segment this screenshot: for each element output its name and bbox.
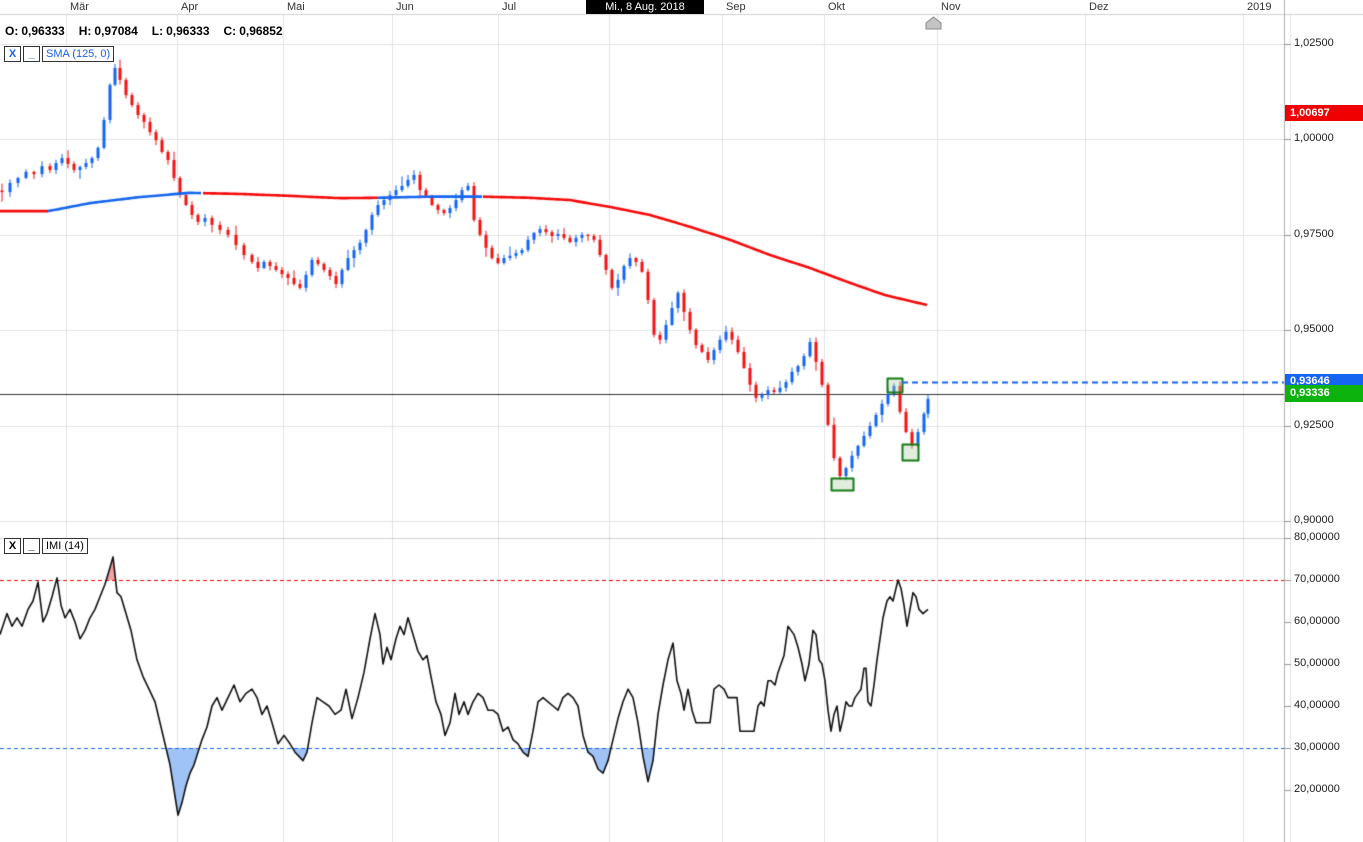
- high-value: 0,97084: [94, 24, 137, 38]
- month-label: Jun: [396, 0, 414, 14]
- oscillator-axis-label: 20,00000: [1294, 783, 1340, 795]
- chart-window: Mär Apr Mai Jun Jul Sep Okt Nov Dez 2019 Mi., 8 A…: [0, 0, 1363, 842]
- oscillator-axis-label: 70,00000: [1294, 573, 1340, 585]
- month-label: Okt: [828, 0, 845, 14]
- price-chart-canvas[interactable]: [0, 0, 1363, 842]
- price-tag: 0,93336: [1285, 385, 1363, 402]
- month-label: 2019: [1247, 0, 1271, 14]
- imi-minimize-button[interactable]: _: [23, 538, 40, 554]
- sma-legend: X _ SMA (125, 0): [4, 46, 114, 62]
- low-value: 0,96333: [166, 24, 209, 38]
- ohlc-readout: O:0,96333H:0,97084L:0,96333C:0,96852: [5, 24, 297, 38]
- month-label: Jul: [502, 0, 516, 14]
- imi-close-button[interactable]: X: [4, 538, 21, 554]
- oscillator-axis-label: 80,00000: [1294, 531, 1340, 543]
- arrow-up-icon: [926, 17, 941, 29]
- high-label: H:: [79, 24, 92, 38]
- oscillator-axis-label: 50,00000: [1294, 657, 1340, 669]
- month-label: Apr: [181, 0, 198, 14]
- sma-legend-label[interactable]: SMA (125, 0): [42, 46, 114, 62]
- price-axis-label: 0,95000: [1294, 323, 1334, 335]
- month-label: Mär: [70, 0, 89, 14]
- sma-close-button[interactable]: X: [4, 46, 21, 62]
- close-value: 0,96852: [239, 24, 282, 38]
- low-label: L:: [152, 24, 163, 38]
- month-label: Mai: [287, 0, 305, 14]
- price-axis-label: 0,97500: [1294, 228, 1334, 240]
- month-label: Dez: [1089, 0, 1109, 14]
- selected-date-box: Mi., 8 Aug. 2018: [586, 0, 704, 14]
- oscillator-axis-label: 40,00000: [1294, 699, 1340, 711]
- price-tag: 1,00697: [1285, 105, 1363, 121]
- oscillator-axis-label: 60,00000: [1294, 615, 1340, 627]
- imi-legend-label[interactable]: IMI (14): [42, 538, 88, 554]
- month-label: Sep: [726, 0, 746, 14]
- scroll-to-end-marker[interactable]: [925, 16, 944, 32]
- open-value: 0,96333: [21, 24, 64, 38]
- month-label: Nov: [941, 0, 961, 14]
- close-label: C:: [224, 24, 237, 38]
- imi-legend: X _ IMI (14): [4, 538, 88, 554]
- price-axis-label: 0,90000: [1294, 514, 1334, 526]
- price-axis-label: 1,00000: [1294, 132, 1334, 144]
- open-label: O:: [5, 24, 18, 38]
- price-axis-label: 1,02500: [1294, 37, 1334, 49]
- price-axis-label: 0,92500: [1294, 419, 1334, 431]
- sma-minimize-button[interactable]: _: [23, 46, 40, 62]
- oscillator-axis-label: 30,00000: [1294, 741, 1340, 753]
